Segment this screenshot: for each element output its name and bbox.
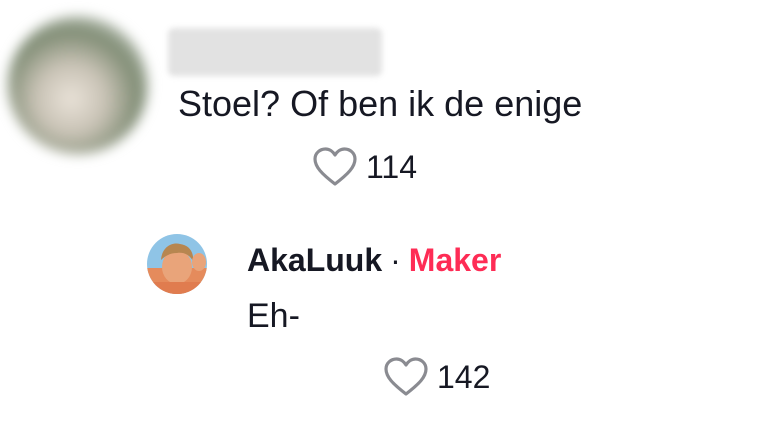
maker-badge: Maker — [408, 242, 502, 278]
commenter-avatar[interactable] — [8, 16, 148, 154]
reply-text: Eh- — [247, 297, 300, 335]
comment-like-button[interactable]: 114 — [312, 146, 417, 188]
heart-outline-icon[interactable] — [312, 146, 358, 188]
comment-thread: Stoel? Of ben ik de enige 114 AkaLuuk · Ma… — [0, 0, 778, 422]
reply-header: AkaLuuk · Maker — [247, 240, 501, 280]
commenter-username-redacted[interactable] — [168, 28, 382, 76]
comment-text: Stoel? Of ben ik de enige — [178, 83, 583, 124]
reply-author-name[interactable]: AkaLuuk — [247, 242, 382, 278]
reply-like-count: 142 — [437, 359, 491, 395]
comment-like-count: 114 — [366, 149, 418, 185]
avatar-photo — [147, 234, 207, 294]
reply-like-button[interactable]: 142 — [383, 356, 490, 398]
reply-author-avatar[interactable] — [147, 234, 207, 294]
separator-dot: · — [390, 242, 401, 278]
heart-outline-icon[interactable] — [383, 356, 429, 398]
